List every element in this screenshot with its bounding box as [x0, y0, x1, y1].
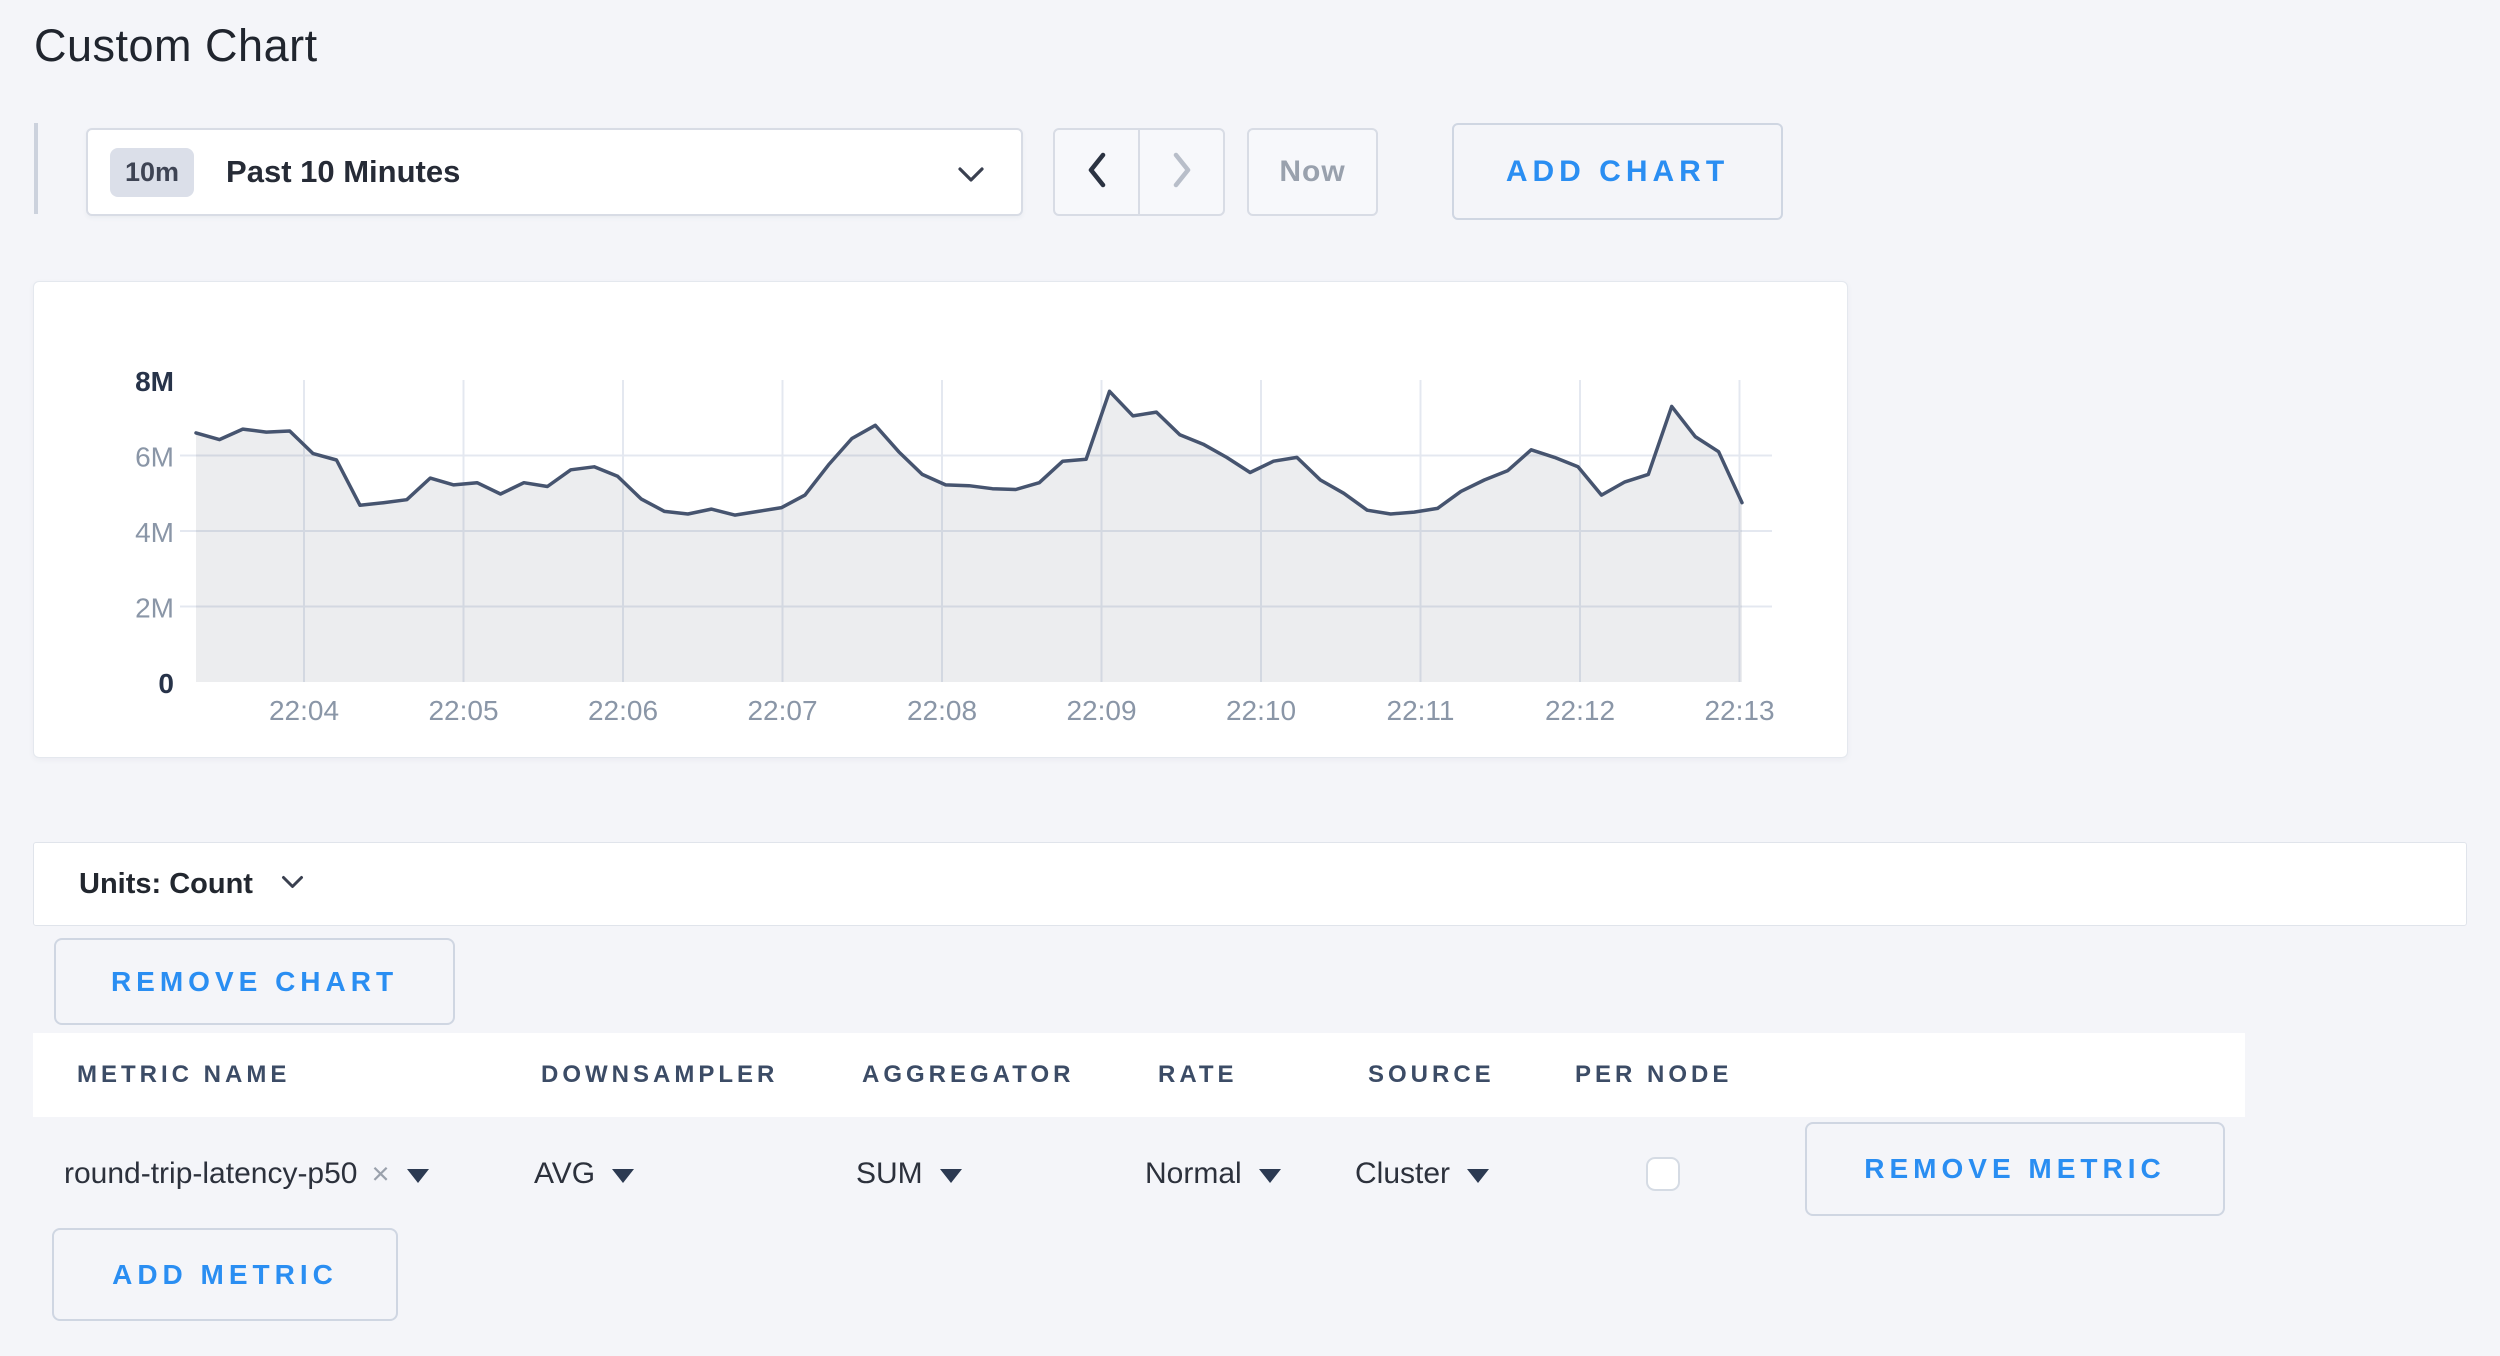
caret-down-icon — [1467, 1169, 1489, 1183]
source-value: Cluster — [1355, 1157, 1450, 1191]
time-window-dropdown[interactable]: 10m Past 10 Minutes — [86, 128, 1023, 216]
rate-value: Normal — [1145, 1157, 1242, 1191]
source-select[interactable]: Cluster — [1355, 1150, 1489, 1198]
x-axis-tick-label: 22:11 — [1387, 695, 1455, 726]
x-axis-tick-label: 22:04 — [269, 695, 339, 726]
column-header-downsampler: DOWNSAMPLER — [541, 1061, 778, 1089]
units-dropdown-label: Units: Count — [79, 868, 253, 901]
metric-name-value: round-trip-latency-p50 — [64, 1157, 357, 1191]
time-window-label: Past 10 Minutes — [226, 154, 460, 190]
accent-divider — [34, 123, 38, 214]
x-axis-tick-label: 22:07 — [747, 695, 817, 726]
caret-down-icon — [407, 1169, 429, 1183]
aggregator-select[interactable]: SUM — [856, 1150, 962, 1198]
add-metric-button[interactable]: ADD METRIC — [52, 1228, 398, 1321]
y-axis-tick-label: 0 — [158, 668, 174, 699]
step-forward-button[interactable] — [1140, 130, 1223, 214]
column-header-rate: RATE — [1158, 1061, 1238, 1089]
custom-chart-page: { "page": { "title": "Custom Chart" }, "… — [0, 0, 2500, 1356]
metrics-table-header: METRIC NAME DOWNSAMPLER AGGREGATOR RATE … — [33, 1033, 2245, 1117]
remove-metric-button[interactable]: REMOVE METRIC — [1805, 1122, 2225, 1216]
downsampler-select[interactable]: AVG — [534, 1150, 634, 1198]
metric-name-select[interactable]: round-trip-latency-p50 × — [64, 1150, 429, 1198]
remove-metric-tag-icon[interactable]: × — [371, 1156, 389, 1192]
chevron-down-icon — [957, 166, 985, 188]
chevron-right-icon — [1171, 152, 1193, 193]
column-header-source: SOURCE — [1368, 1061, 1495, 1089]
x-axis-tick-label: 22:10 — [1226, 695, 1296, 726]
units-dropdown[interactable]: Units: Count — [33, 842, 2467, 926]
time-step-controls — [1053, 128, 1225, 216]
chevron-down-icon — [281, 875, 304, 894]
x-axis-tick-label: 22:05 — [428, 695, 498, 726]
column-header-aggregator: AGGREGATOR — [862, 1061, 1074, 1089]
rate-select[interactable]: Normal — [1145, 1150, 1281, 1198]
x-axis-tick-label: 22:06 — [588, 695, 658, 726]
column-header-metric-name: METRIC NAME — [77, 1061, 290, 1089]
add-chart-button[interactable]: ADD CHART — [1452, 123, 1783, 220]
time-window-badge: 10m — [110, 148, 194, 197]
page-title: Custom Chart — [34, 20, 318, 72]
x-axis-tick-label: 22:09 — [1066, 695, 1136, 726]
y-axis-tick-label: 6M — [135, 442, 174, 473]
step-back-button[interactable] — [1055, 130, 1140, 214]
x-axis-tick-label: 22:13 — [1704, 695, 1774, 726]
downsampler-value: AVG — [534, 1157, 595, 1191]
series-area-fill — [196, 391, 1742, 682]
remove-chart-button[interactable]: REMOVE CHART — [54, 938, 455, 1025]
chevron-left-icon — [1086, 152, 1108, 193]
y-axis-tick-label: 4M — [135, 517, 174, 548]
now-button[interactable]: Now — [1247, 128, 1378, 216]
per-node-checkbox[interactable] — [1646, 1157, 1680, 1191]
x-axis-tick-label: 22:12 — [1545, 695, 1615, 726]
caret-down-icon — [612, 1169, 634, 1183]
aggregator-value: SUM — [856, 1157, 923, 1191]
y-axis-tick-label: 8M — [135, 366, 174, 397]
y-axis-tick-label: 2M — [135, 593, 174, 624]
column-header-per-node: PER NODE — [1575, 1061, 1732, 1089]
x-axis-tick-label: 22:08 — [907, 695, 977, 726]
custom-metric-chart[interactable]: 22:04 22:05 22:06 22:07 22:08 22:09 22:10 22:11… — [34, 282, 1847, 757]
caret-down-icon — [1259, 1169, 1281, 1183]
caret-down-icon — [940, 1169, 962, 1183]
chart-card: 22:04 22:05 22:06 22:07 22:08 22:09 22:10 22:11… — [33, 281, 1848, 758]
